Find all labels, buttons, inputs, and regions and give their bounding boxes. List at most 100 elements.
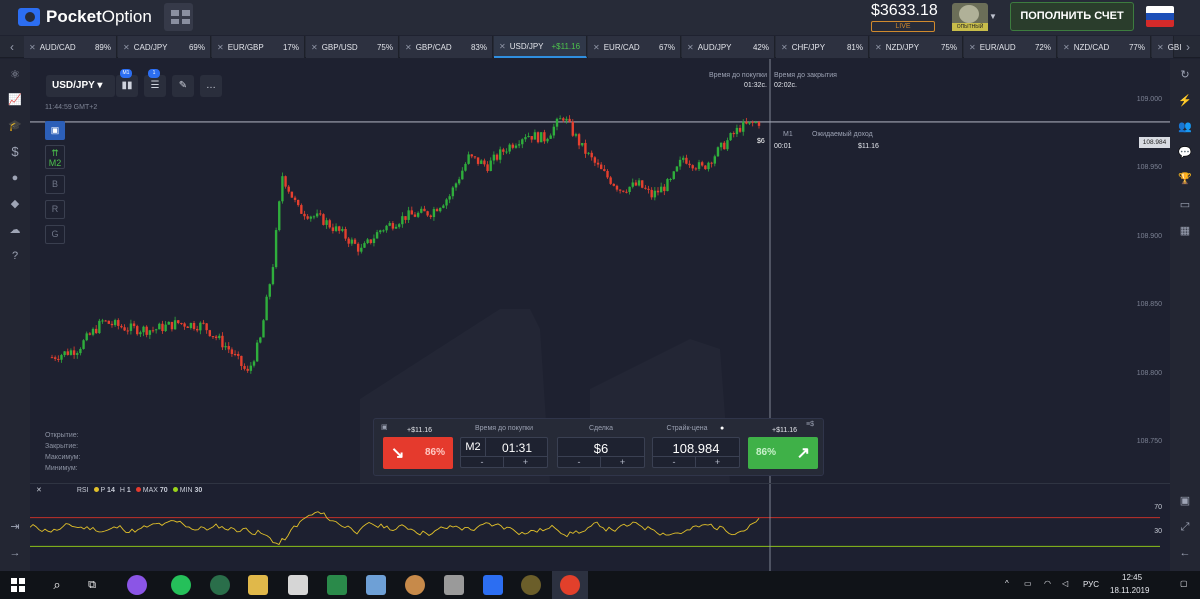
close-tab-icon[interactable]: ✕ bbox=[311, 43, 318, 52]
time-value[interactable]: 01:31 bbox=[487, 441, 547, 455]
diamond-icon[interactable]: ◆ bbox=[7, 196, 23, 212]
arrow-left-icon[interactable]: ← bbox=[1177, 545, 1193, 561]
time-increase-button[interactable]: + bbox=[504, 456, 547, 467]
mail-icon[interactable] bbox=[288, 575, 308, 595]
deposit-button[interactable]: ПОПОЛНИТЬ СЧЕТ bbox=[1010, 2, 1134, 31]
rsi-period[interactable]: P 14 bbox=[93, 486, 115, 494]
pair-selector[interactable]: USD/JPY ▾ bbox=[46, 75, 115, 97]
currency-settings-icon[interactable]: ≡$ bbox=[806, 421, 814, 428]
image-icon[interactable]: ▣ bbox=[1177, 493, 1193, 509]
russia-flag-icon[interactable] bbox=[1146, 6, 1174, 27]
asset-tab[interactable]: ✕ USD/JPY +$11.16 bbox=[494, 36, 587, 58]
asset-tab[interactable]: ✕ EUR/AUD 72% bbox=[964, 36, 1057, 58]
chat-bubble-icon[interactable]: 💬 bbox=[1177, 145, 1193, 161]
help-icon[interactable]: ? bbox=[7, 248, 23, 264]
alice-icon[interactable] bbox=[127, 575, 147, 595]
battery-icon[interactable]: ▭ bbox=[1024, 579, 1032, 588]
scroll-left-icon[interactable]: ‹ bbox=[0, 36, 24, 58]
trade-chart-icon[interactable]: 📈 bbox=[7, 92, 23, 108]
collapse-icon[interactable]: → bbox=[7, 545, 23, 561]
close-tab-icon[interactable]: ✕ bbox=[781, 43, 788, 52]
more-options-button[interactable]: … bbox=[200, 75, 222, 97]
calendar-icon[interactable]: ▦ bbox=[1177, 223, 1193, 239]
close-tab-icon[interactable]: ✕ bbox=[593, 43, 600, 52]
whatsapp-icon[interactable] bbox=[171, 575, 191, 595]
avatar[interactable]: ОПЫТНЫЙ bbox=[952, 3, 988, 31]
account-balance[interactable]: $3633.18 LIVE bbox=[871, 2, 938, 32]
search-icon[interactable]: ⌕ bbox=[47, 575, 67, 595]
close-tab-icon[interactable]: ✕ bbox=[1063, 43, 1070, 52]
pocket-option-icon[interactable] bbox=[483, 575, 503, 595]
user-icon[interactable]: ● bbox=[7, 170, 23, 186]
sell-button[interactable]: ↘ 86% bbox=[383, 437, 453, 469]
close-tab-icon[interactable]: ✕ bbox=[499, 42, 506, 51]
education-icon[interactable]: 🎓 bbox=[7, 118, 23, 134]
asset-tab[interactable]: ✕ EUR/CAD 67% bbox=[588, 36, 681, 58]
app-icon[interactable] bbox=[210, 575, 230, 595]
close-tab-icon[interactable]: ✕ bbox=[123, 43, 130, 52]
gift-button[interactable]: ▣ bbox=[45, 121, 65, 140]
notifications-icon[interactable]: ▢ bbox=[1180, 579, 1188, 588]
asset-tab[interactable]: ✕ AUD/CAD 89% bbox=[24, 36, 117, 58]
asset-tab[interactable]: ✕ CHF/JPY 81% bbox=[776, 36, 869, 58]
logo[interactable]: PocketOption bbox=[18, 7, 152, 27]
tray-chevron-icon[interactable]: ^ bbox=[1005, 579, 1009, 588]
strike-toggle[interactable]: ● bbox=[720, 425, 724, 432]
rsi-min[interactable]: MIN 30 bbox=[172, 486, 202, 494]
rsi-max[interactable]: MAX 70 bbox=[135, 486, 168, 494]
photos-icon[interactable] bbox=[366, 575, 386, 595]
network-tray-icon[interactable]: ◠ bbox=[1044, 579, 1051, 588]
asset-tab[interactable]: ✕ GBP/CAD 83% bbox=[400, 36, 493, 58]
strike-field[interactable]: 108.984 - + bbox=[652, 437, 740, 468]
paint-icon[interactable] bbox=[405, 575, 425, 595]
logout-icon[interactable]: ⇥ bbox=[7, 519, 23, 535]
collapse-panel-icon[interactable]: ▣ bbox=[381, 423, 388, 431]
close-tab-icon[interactable]: ✕ bbox=[29, 43, 36, 52]
dollar-icon[interactable]: $ bbox=[7, 144, 23, 160]
close-tab-icon[interactable]: ✕ bbox=[405, 43, 412, 52]
close-tab-icon[interactable]: ✕ bbox=[1157, 43, 1164, 52]
amount-increase-button[interactable]: + bbox=[601, 456, 644, 467]
asset-tab[interactable]: ✕ AUD/JPY 42% bbox=[682, 36, 775, 58]
close-tab-icon[interactable]: ✕ bbox=[969, 43, 976, 52]
trophy-icon[interactable]: 🏆 bbox=[1177, 171, 1193, 187]
excel-icon[interactable] bbox=[327, 575, 347, 595]
monitor-icon[interactable]: ▭ bbox=[1177, 197, 1193, 213]
asset-tab[interactable]: ✕ GBI bbox=[1152, 36, 1181, 58]
task-view-icon[interactable]: ⧉ bbox=[82, 575, 102, 595]
chat-icon[interactable]: ☁ bbox=[7, 222, 23, 238]
tool-r-button[interactable]: R bbox=[45, 200, 65, 219]
asset-tab[interactable]: ✕ CAD/JPY 69% bbox=[118, 36, 211, 58]
scroll-right-icon[interactable]: › bbox=[1176, 36, 1200, 58]
time-decrease-button[interactable]: - bbox=[461, 456, 504, 467]
volume-icon[interactable]: ◁ bbox=[1062, 579, 1068, 588]
indicators-button[interactable]: ☰ 1 bbox=[144, 69, 166, 97]
timeframe-m2-button[interactable]: ⇈ M2 bbox=[45, 145, 65, 169]
apps-grid-button[interactable] bbox=[164, 3, 193, 31]
chevron-down-icon[interactable]: ▼ bbox=[989, 12, 997, 21]
social-icon[interactable]: 👥 bbox=[1177, 119, 1193, 135]
clock-date[interactable]: 18.11.2019 bbox=[1110, 586, 1149, 595]
close-tab-icon[interactable]: ✕ bbox=[217, 43, 224, 52]
strike-value[interactable]: 108.984 bbox=[653, 441, 739, 456]
tool-b-button[interactable]: B bbox=[45, 175, 65, 194]
yandex-browser-taskbar[interactable] bbox=[552, 571, 588, 599]
drawing-tool-button[interactable]: ✎ bbox=[172, 75, 194, 97]
asset-tab[interactable]: ✕ NZD/JPY 75% bbox=[870, 36, 963, 58]
asset-tab[interactable]: ✕ GBP/USD 75% bbox=[306, 36, 399, 58]
buy-button[interactable]: 86% ↗ bbox=[748, 437, 818, 469]
network-icon[interactable]: ⚛ bbox=[7, 67, 23, 83]
history-icon[interactable]: ↻ bbox=[1177, 67, 1193, 83]
tool-g-button[interactable]: G bbox=[45, 225, 65, 244]
strike-increase-button[interactable]: + bbox=[696, 456, 739, 467]
file-explorer-icon[interactable] bbox=[248, 575, 268, 595]
time-mode[interactable]: M2 bbox=[461, 438, 486, 457]
amount-decrease-button[interactable]: - bbox=[558, 456, 601, 467]
language-indicator[interactable]: РУС bbox=[1083, 580, 1099, 589]
fullscreen-icon[interactable]: ⤢ bbox=[1177, 519, 1193, 535]
asset-tab[interactable]: ✕ EUR/GBP 17% bbox=[212, 36, 305, 58]
close-tab-icon[interactable]: ✕ bbox=[687, 43, 694, 52]
time-field[interactable]: M2 01:31 - + bbox=[460, 437, 548, 468]
clock-time[interactable]: 12:45 bbox=[1122, 573, 1142, 582]
rsi-h[interactable]: H 1 bbox=[120, 487, 131, 494]
